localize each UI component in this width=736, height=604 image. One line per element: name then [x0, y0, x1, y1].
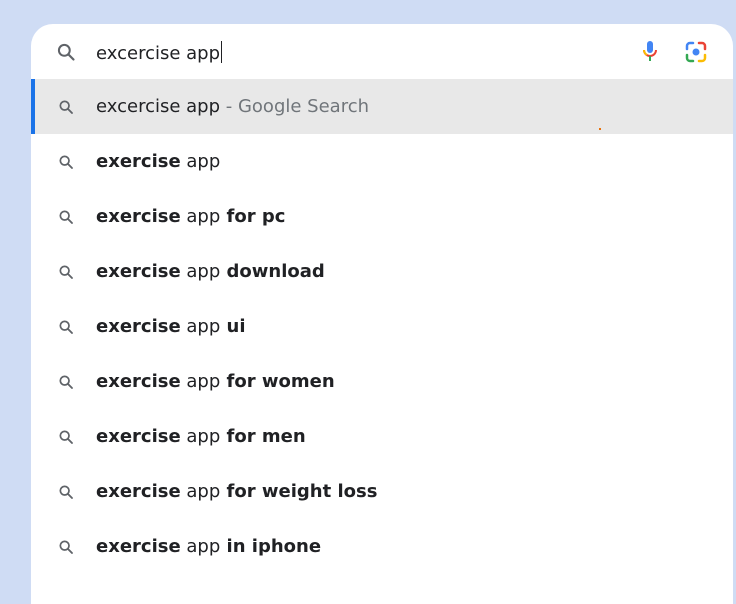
suggestion-text: exercise app download [96, 260, 325, 284]
suggestion-item[interactable]: exercise app [31, 134, 733, 189]
suggestion-suffix: for men [220, 426, 306, 447]
suggestion-prefix: exercise [96, 481, 181, 502]
lens-icon[interactable] [684, 40, 708, 64]
suggestion-item[interactable]: exercise app download [31, 244, 733, 299]
suggestion-prefix: exercise [96, 261, 181, 282]
suggestion-item[interactable]: exercise app in iphone [31, 519, 733, 574]
suggestion-text: excercise app - Google Search [96, 95, 369, 119]
suggestion-prefix: exercise [96, 151, 181, 172]
suggestion-item[interactable]: exercise app for women [31, 354, 733, 409]
text-caret [221, 41, 223, 63]
search-panel: excercise app excercise app - Google Sea… [31, 24, 733, 604]
suggestion-base: app [180, 206, 221, 227]
suggestion-suffix: for pc [220, 206, 286, 227]
search-input[interactable]: excercise app [96, 41, 223, 66]
suggestion-prefix: exercise [96, 206, 181, 227]
search-icon [59, 375, 73, 389]
suggestion-base: app [180, 371, 221, 392]
suggestion-base: app [180, 151, 221, 172]
suggestion-base: app [180, 316, 221, 337]
suggestion-text: exercise app for men [96, 425, 306, 449]
decorative-dot [599, 128, 601, 130]
suggestion-item[interactable]: exercise app for pc [31, 189, 733, 244]
suggestion-list: excercise app - Google Search exercise ap… [31, 79, 733, 574]
search-icon [59, 210, 73, 224]
suggestion-item[interactable]: exercise app ui [31, 299, 733, 354]
suggestion-text: exercise app [96, 150, 220, 174]
suggestion-text: exercise app for weight loss [96, 480, 377, 504]
suggestion-item[interactable]: exercise app for men [31, 409, 733, 464]
suggestion-suffix: download [220, 261, 325, 282]
suggestion-suffix: ui [220, 316, 246, 337]
suggestion-text: exercise app for women [96, 370, 335, 394]
suggestion-suffix: for women [220, 371, 335, 392]
mic-icon[interactable] [638, 39, 662, 63]
suggestion-base: app [180, 481, 221, 502]
suggestion-prefix: exercise [96, 371, 181, 392]
search-icon [59, 100, 73, 114]
suggestion-prefix: exercise [96, 316, 181, 337]
suggestion-text: exercise app in iphone [96, 535, 321, 559]
search-icon [57, 43, 75, 61]
search-icon [59, 155, 73, 169]
search-icon [59, 485, 73, 499]
suggestion-text: exercise app ui [96, 315, 246, 339]
search-icon [59, 430, 73, 444]
suggestion-suffix: in iphone [220, 536, 322, 557]
suggestion-item[interactable]: excercise app - Google Search [31, 79, 733, 134]
suggestion-suffix: for weight loss [220, 481, 378, 502]
search-icon [59, 320, 73, 334]
search-icon [59, 540, 73, 554]
suggestion-item[interactable]: exercise app for weight loss [31, 464, 733, 519]
search-icon [59, 265, 73, 279]
suggestion-base: app [180, 261, 221, 282]
suggestion-base: app [180, 426, 221, 447]
suggestion-suffix: - Google Search [220, 96, 370, 117]
search-query-text: excercise app [96, 43, 221, 64]
suggestion-text: exercise app for pc [96, 205, 285, 229]
search-bar[interactable]: excercise app [31, 24, 733, 80]
suggestion-prefix: exercise [96, 536, 181, 557]
suggestion-base: app [180, 536, 221, 557]
suggestion-prefix: exercise [96, 426, 181, 447]
suggestion-base: excercise app [96, 96, 221, 117]
